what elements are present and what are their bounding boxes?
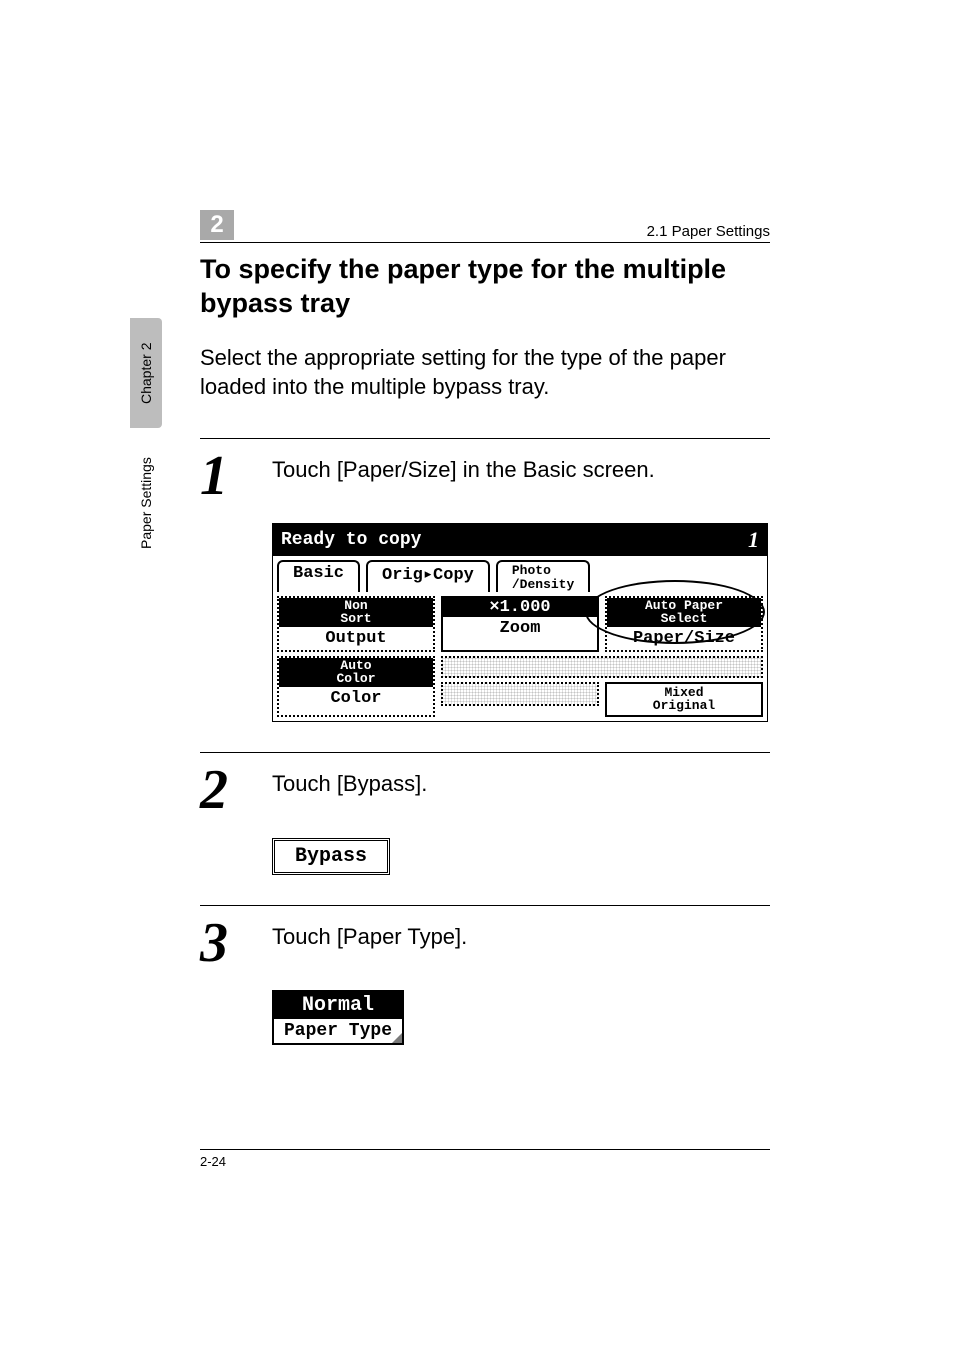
- step-text: Touch [Bypass].: [272, 765, 427, 797]
- cell-color[interactable]: Auto Color Color: [277, 656, 435, 717]
- section-title: To specify the paper type for the multip…: [200, 253, 770, 321]
- sidebar-chapter-tab: Chapter 2: [130, 318, 162, 428]
- step-number: 2: [200, 765, 250, 815]
- cell-mixed-original[interactable]: Mixed Original: [605, 682, 763, 717]
- tab-photo-density[interactable]: Photo /Density: [496, 560, 590, 591]
- cell-output[interactable]: Non Sort Output: [277, 596, 435, 652]
- paper-type-bottom: Paper Type: [274, 1019, 402, 1043]
- screen-title: Ready to copy: [281, 530, 421, 550]
- cell-zoom[interactable]: ×1.000 Zoom: [441, 596, 599, 652]
- chapter-number-box: 2: [200, 210, 234, 240]
- breadcrumb: 2.1 Paper Settings: [647, 223, 770, 240]
- section-intro: Select the appropriate setting for the t…: [200, 343, 770, 402]
- paper-type-top: Normal: [274, 992, 402, 1019]
- step-1: 1 Touch [Paper/Size] in the Basic screen…: [200, 438, 770, 722]
- cell-auto-paper-select: Auto Paper Select: [607, 598, 761, 627]
- cell-auto-color: Auto Color: [279, 658, 433, 687]
- cell-zoom-val: ×1.000: [443, 598, 597, 618]
- cell-color-label: Color: [279, 687, 433, 710]
- step-3: 3 Touch [Paper Type]. Normal Paper Type: [200, 905, 770, 1045]
- step-number: 3: [200, 918, 250, 968]
- cell-non-sort: Non Sort: [279, 598, 433, 627]
- cell-zoom-label: Zoom: [443, 617, 597, 640]
- cell-empty-top: [441, 656, 763, 678]
- cell-paper-size-label: Paper/Size: [607, 627, 761, 650]
- header-bar: 2 2.1 Paper Settings: [200, 210, 770, 243]
- step-2: 2 Touch [Bypass]. Bypass: [200, 752, 770, 874]
- screen-count: 1: [748, 527, 759, 553]
- basic-screen: Ready to copy 1 Basic Orig▸Copy Photo /D…: [272, 523, 768, 722]
- cell-output-label: Output: [279, 627, 433, 650]
- cell-empty-left: [441, 682, 599, 706]
- page-number: 2-24: [200, 1154, 226, 1169]
- paper-type-button[interactable]: Normal Paper Type: [272, 990, 404, 1045]
- tab-basic[interactable]: Basic: [277, 560, 360, 591]
- step-number: 1: [200, 451, 250, 501]
- cell-paper-size[interactable]: Auto Paper Select Paper/Size: [605, 596, 763, 652]
- page-footer: 2-24: [200, 1149, 770, 1169]
- tab-orig-copy[interactable]: Orig▸Copy: [366, 560, 490, 591]
- sidebar-section-tab: Paper Settings: [130, 434, 162, 572]
- step-text: Touch [Paper/Size] in the Basic screen.: [272, 451, 655, 483]
- step-text: Touch [Paper Type].: [272, 918, 467, 950]
- bypass-button[interactable]: Bypass: [272, 838, 390, 875]
- resize-corner-icon: [392, 1033, 402, 1043]
